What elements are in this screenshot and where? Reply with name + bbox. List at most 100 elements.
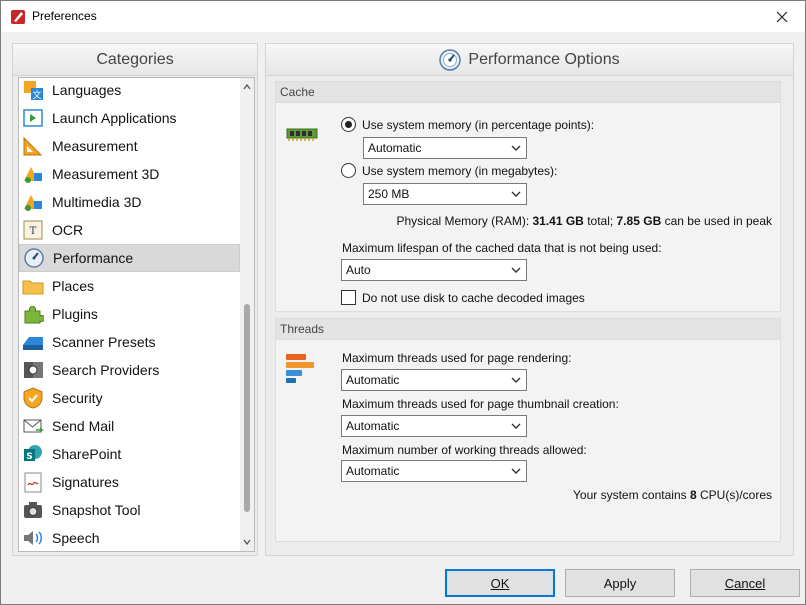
dialog-body: Categories Speech Snapshot Tool Signatures… (1, 32, 805, 604)
security-shield-icon (22, 387, 44, 409)
memory-megabytes-radio[interactable] (341, 163, 356, 178)
working-threads-select[interactable]: Automatic (341, 460, 527, 482)
scanner-icon (22, 331, 44, 353)
memory-megabytes-select[interactable]: 250 MB (363, 183, 527, 205)
sidebar-item-label: Signatures (52, 474, 119, 490)
working-threads-label: Maximum number of working threads allowe… (342, 443, 587, 457)
ocr-icon: T (22, 219, 44, 241)
memory-percent-label: Use system memory (in percentage points)… (362, 118, 595, 132)
memory-percent-select[interactable]: Automatic (363, 137, 527, 159)
chevron-down-icon (511, 468, 521, 474)
sidebar-item-sharepoint[interactable]: S SharePoint (19, 440, 240, 468)
sidebar-item-label: Measurement 3D (52, 166, 160, 182)
ok-button-label: OK (490, 575, 510, 591)
sidebar-item-scanner-presets[interactable]: Scanner Presets (19, 328, 240, 356)
sidebar-item-label: SharePoint (52, 446, 122, 462)
speech-icon (22, 527, 44, 549)
sidebar-item-send-mail[interactable]: Send Mail (19, 412, 240, 440)
render-threads-label: Maximum threads used for page rendering: (342, 351, 572, 365)
close-button[interactable] (759, 1, 805, 32)
sidebar-item-measurement[interactable]: Measurement (19, 132, 240, 160)
memory-megabytes-value: 250 MB (368, 187, 410, 201)
sidebar-item-ocr[interactable]: T OCR (19, 216, 240, 244)
disk-cache-label: Do not use disk to cache decoded images (362, 291, 585, 305)
places-folder-icon (22, 275, 44, 297)
svg-text:S: S (26, 452, 32, 462)
cancel-button-label: Cancel (724, 575, 766, 591)
scroll-up-icon[interactable] (240, 80, 254, 94)
cache-lifespan-select[interactable]: Auto (341, 259, 527, 281)
sidebar-item-label: Plugins (52, 306, 98, 322)
chevron-down-icon (511, 145, 521, 151)
cancel-button[interactable]: Cancel (690, 569, 800, 597)
threads-group: Threads Maximum threads used for page re… (275, 318, 781, 542)
sidebar-item-label: Scanner Presets (52, 334, 156, 350)
disk-cache-checkbox[interactable] (341, 290, 356, 305)
categories-list[interactable]: Speech Snapshot Tool Signatures S SharePoint… (18, 77, 255, 552)
sidebar-item-speech[interactable]: Speech (19, 524, 240, 551)
sidebar-item-label: OCR (52, 222, 84, 238)
title-bar: Preferences (1, 1, 805, 32)
render-threads-select[interactable]: Automatic (341, 369, 527, 391)
threads-group-title: Threads (276, 319, 780, 340)
scroll-down-icon[interactable] (240, 535, 254, 549)
sidebar-item-plugins[interactable]: Plugins (19, 300, 240, 328)
cache-group-title: Cache (276, 82, 780, 103)
sidebar-item-label: Send Mail (52, 418, 115, 434)
sidebar-item-label: Security (52, 390, 103, 406)
chevron-down-icon (511, 267, 521, 273)
memory-percent-radio[interactable] (341, 117, 356, 132)
performance-gauge-icon (439, 48, 462, 71)
sharepoint-icon: S (22, 443, 44, 465)
memory-percent-value: Automatic (368, 141, 422, 155)
sidebar-item-search-providers[interactable]: Search Providers (19, 356, 240, 384)
cpu-count-info: Your system contains 8 CPU(s)/cores (573, 488, 772, 502)
sidebar-item-languages[interactable]: 文 Languages (19, 78, 240, 104)
sidebar-item-label: Languages (52, 82, 122, 98)
scroll-thumb[interactable] (244, 304, 250, 512)
render-threads-value: Automatic (346, 373, 400, 387)
sidebar-item-launch-applications[interactable]: Launch Applications (19, 104, 240, 132)
sidebar-item-label: Snapshot Tool (52, 502, 141, 518)
sidebar-item-signatures[interactable]: Signatures (19, 468, 240, 496)
threads-icon (286, 354, 314, 383)
cache-lifespan-value: Auto (346, 263, 371, 277)
multimedia-3d-icon (22, 191, 44, 213)
memory-megabytes-label: Use system memory (in megabytes): (362, 164, 558, 178)
search-providers-icon (22, 359, 44, 381)
options-header: Performance Options (266, 44, 793, 76)
sidebar-item-label: Search Providers (52, 362, 160, 378)
sidebar-item-label: Measurement (52, 138, 138, 154)
svg-text:T: T (30, 226, 37, 237)
sidebar-item-label: Performance (53, 250, 134, 266)
apply-button-label: Apply (603, 575, 637, 591)
sidebar-item-performance[interactable]: Performance (19, 244, 240, 272)
sidebar-item-places[interactable]: Places (19, 272, 240, 300)
chevron-down-icon (511, 191, 521, 197)
thumbnail-threads-label: Maximum threads used for page thumbnail … (342, 397, 619, 411)
send-mail-icon (22, 415, 44, 437)
apply-button[interactable]: Apply (565, 569, 675, 597)
sidebar-item-label: Places (52, 278, 95, 294)
sidebar-item-multimedia-3d[interactable]: Multimedia 3D (19, 188, 240, 216)
ok-button[interactable]: OK (445, 569, 555, 597)
cache-group: Cache Use system memory (in percentage p… (275, 81, 781, 312)
snapshot-camera-icon (22, 499, 44, 521)
sidebar-item-snapshot-tool[interactable]: Snapshot Tool (19, 496, 240, 524)
preferences-window: Preferences Categories Speech Snapshot To… (0, 0, 806, 605)
plugins-puzzle-icon (22, 303, 44, 325)
sidebar-item-security[interactable]: Security (19, 384, 240, 412)
memory-chip-icon (286, 128, 318, 141)
sidebar-item-measurement-3d[interactable]: Measurement 3D (19, 160, 240, 188)
thumbnail-threads-select[interactable]: Automatic (341, 415, 527, 437)
performance-options-panel: Performance Options Cache Use system mem… (265, 43, 794, 556)
thumbnail-threads-value: Automatic (346, 419, 400, 433)
chevron-down-icon (511, 423, 521, 429)
categories-scrollbar[interactable] (240, 78, 254, 551)
categories-panel: Categories Speech Snapshot Tool Signatures… (12, 43, 258, 556)
window-title: Preferences (32, 9, 97, 23)
working-threads-value: Automatic (346, 464, 400, 478)
sidebar-item-label: Multimedia 3D (52, 194, 142, 210)
sidebar-item-label: Launch Applications (52, 110, 177, 126)
chevron-down-icon (511, 377, 521, 383)
